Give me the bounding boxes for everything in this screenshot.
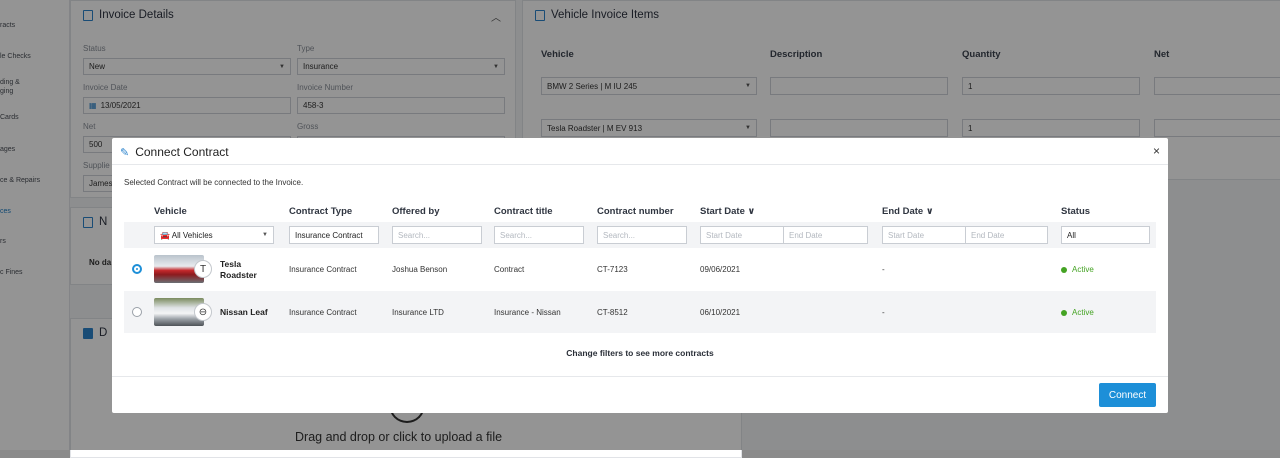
status-badge: Active [1061, 265, 1094, 274]
end-date-from-filter[interactable]: Start Date [882, 226, 966, 244]
col-status: Status [1061, 206, 1091, 217]
offered-by-cell: Joshua Benson [392, 265, 448, 274]
connect-button[interactable]: Connect [1099, 383, 1156, 407]
caret-down-icon: ▼ [262, 232, 268, 238]
modal-header: ✎ Connect Contract × [112, 138, 1168, 165]
tesla-logo-icon: T [194, 260, 212, 278]
contract-number-cell: CT-8512 [597, 308, 628, 317]
col-start-date[interactable]: Start Date ∨ [700, 206, 755, 217]
col-contract-type: Contract Type [289, 206, 353, 217]
col-end-date[interactable]: End Date ∨ [882, 206, 934, 217]
contract-title-cell: Insurance - Nissan [494, 308, 561, 317]
start-date-from-filter[interactable]: Start Date [700, 226, 784, 244]
col-offered-by: Offered by [392, 206, 440, 217]
start-date-to-filter[interactable]: End Date [783, 226, 868, 244]
contract-type-filter[interactable]: Insurance Contract [289, 226, 379, 244]
contract-number-search[interactable]: Search... [597, 226, 687, 244]
car-icon: 🚘 [160, 230, 170, 240]
status-text: Active [1072, 265, 1094, 274]
contract-row[interactable]: T Tesla Roadster Insurance Contract Josh… [124, 248, 1156, 290]
filter-row: 🚘 All Vehicles ▼ Insurance Contract Sear… [124, 222, 1156, 248]
col-vehicle: Vehicle [154, 206, 187, 217]
vehicle-filter-select[interactable]: 🚘 All Vehicles ▼ [154, 226, 274, 244]
vehicle-name-line1: Nissan Leaf [220, 307, 268, 317]
close-icon[interactable]: × [1153, 144, 1160, 158]
contract-radio[interactable] [132, 264, 142, 274]
vehicle-filter-wrap: 🚘 All Vehicles [160, 231, 213, 240]
modal-subtitle: Selected Contract will be connected to t… [124, 178, 304, 187]
status-filter[interactable]: All [1061, 226, 1150, 244]
status-dot-icon [1061, 309, 1067, 316]
offered-by-search[interactable]: Search... [392, 226, 482, 244]
end-date-cell: - [882, 265, 885, 274]
col-start-date-label: Start Date [700, 206, 745, 217]
vehicle-filter-value: All Vehicles [171, 230, 213, 240]
modal-footer-divider [112, 376, 1168, 377]
connect-contract-modal: ✎ Connect Contract × Selected Contract w… [112, 138, 1168, 413]
end-date-cell: - [882, 308, 885, 317]
offered-by-cell: Insurance LTD [392, 308, 444, 317]
status-dot-icon [1061, 266, 1067, 273]
modal-title-wrap: ✎ Connect Contract [120, 145, 229, 159]
col-contract-title: Contract title [494, 206, 553, 217]
sort-chevron-icon: ∨ [925, 206, 934, 217]
start-date-cell: 09/06/2021 [700, 265, 741, 274]
contract-type-cell: Insurance Contract [289, 308, 357, 317]
contract-radio[interactable] [132, 307, 142, 317]
contract-number-cell: CT-7123 [597, 265, 628, 274]
vehicle-name-line2: Roadster [220, 270, 257, 280]
contract-title-cell: Contract [494, 265, 525, 274]
contract-title-search[interactable]: Search... [494, 226, 584, 244]
edit-document-icon: ✎ [120, 146, 130, 159]
more-contracts-hint: Change filters to see more contracts [566, 348, 714, 358]
contract-type-cell: Insurance Contract [289, 265, 357, 274]
modal-title: Connect Contract [135, 145, 229, 159]
status-text: Active [1072, 308, 1094, 317]
col-end-date-label: End Date [882, 206, 924, 217]
nissan-logo-icon: ⊖ [194, 303, 212, 321]
vehicle-name-line1: Tesla [220, 259, 242, 269]
status-badge: Active [1061, 308, 1094, 317]
sort-chevron-icon: ∨ [747, 206, 756, 217]
end-date-to-filter[interactable]: End Date [965, 226, 1048, 244]
col-contract-number: Contract number [597, 206, 674, 217]
start-date-cell: 06/10/2021 [700, 308, 741, 317]
contract-row[interactable]: ⊖ Nissan Leaf Insurance Contract Insuran… [124, 291, 1156, 333]
